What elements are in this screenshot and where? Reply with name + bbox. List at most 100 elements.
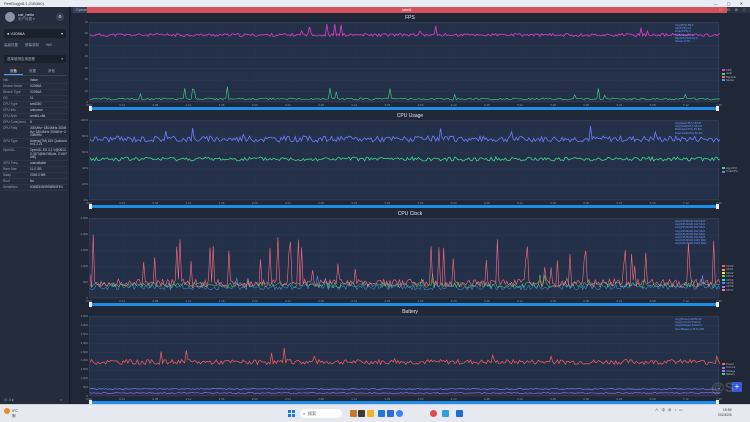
system-tray[interactable]: ∧ 中 ⊕ ♪ ▭ <box>655 408 683 413</box>
info-header-value: Value <box>30 78 38 82</box>
watermark-logo: @S <box>711 379 734 395</box>
cpu-usage-y-tick: 60% <box>81 150 88 154</box>
weather-icon <box>4 408 10 414</box>
tab-other[interactable]: 其他 <box>42 69 61 74</box>
info-key: SerialNum <box>3 184 18 189</box>
cpu-usage-panel: CPU Usage 100% 80% 60% 40% 20% 0% 0:00 0:24 0:48 1… <box>75 113 745 209</box>
app-process-selector[interactable]: 选择被测应用进程 ▾ <box>4 55 66 63</box>
battery-y-tick: 4,000 <box>80 322 88 327</box>
battery-plot[interactable] <box>89 316 720 397</box>
info-key: Swap <box>3 172 11 177</box>
info-key: OpenGL <box>3 147 16 152</box>
info-key: Root <box>3 178 10 183</box>
battery-y-tick: 3,500 <box>80 331 88 336</box>
cpu-usage-y-tick: 20% <box>81 182 88 186</box>
nav-screen-record[interactable]: 屏幕录制 <box>25 43 39 47</box>
cpu-usage-stats-legend: Avg(AppCPU):18.5% Avg(TotalCPU):38.2% Max(… <box>675 121 703 135</box>
device-selector[interactable]: ● V2056A ▾ <box>4 29 66 38</box>
info-value: unavailable <box>30 160 47 165</box>
label-bar[interactable]: label1 <box>87 7 727 13</box>
header-tools[interactable]: ⊡ ⊟ ⊞ ▢ <box>719 7 748 13</box>
perfdog-icon[interactable] <box>456 410 463 417</box>
cpu-clock-timeline-scrollbar[interactable] <box>89 302 719 307</box>
info-key: Ram Size <box>3 166 17 171</box>
taskbar-clock[interactable]: 15:59 2023/2/6 <box>718 408 732 417</box>
cpu-usage-timeline-scrollbar[interactable] <box>89 204 719 209</box>
fps-stats-legend: Avg(FPS):58.9 Var(FPS):3.2 Drop(FPS):0 Jank… <box>675 23 698 43</box>
device-info-table: Info Value Device Name V2056A Device Type V… <box>3 78 67 191</box>
current-series-line <box>90 388 720 390</box>
user-settings-link[interactable]: 用户设置 ▾ <box>18 17 35 22</box>
tab-device[interactable]: 设备 <box>4 69 23 75</box>
avatar[interactable] <box>5 12 15 22</box>
info-key: CPU Arch <box>3 114 17 118</box>
voltage-series-line <box>90 392 720 394</box>
sidebar-footer-label[interactable]: ◎ 4 ▸ <box>4 397 14 402</box>
nav-wifi[interactable]: Wifi <box>46 43 52 47</box>
app-icon-7[interactable] <box>430 410 437 417</box>
window-controls[interactable]: — ▢ ✕ <box>714 0 747 7</box>
windows-start-icon[interactable] <box>288 410 295 417</box>
cpu-usage-y-tick: 80% <box>81 134 88 138</box>
app-icon-4[interactable] <box>378 410 385 417</box>
edge-icon[interactable] <box>387 410 394 417</box>
info-value: 8 <box>30 120 32 124</box>
cpu-clock-y-tick: 1,000 <box>80 264 88 268</box>
gear-icon[interactable]: ⚙ <box>56 13 64 21</box>
battery-y-tick: 500 <box>82 385 88 390</box>
sidebar: cat_hello 用户设置 ▾ ⚙ ● V2056A ▾ 高级设置 屏幕录制 … <box>0 7 70 404</box>
info-row: OpenGL OpenGL ES 3.2 V@0512.0 (GIT@5b7d5c… <box>3 148 67 161</box>
search-placeholder: 搜索 <box>308 411 316 416</box>
app-icon-2[interactable] <box>358 410 365 417</box>
right-tool-column: + <box>728 15 748 401</box>
fps-y-tick: 20 <box>84 77 88 82</box>
battery-y-tick: 4,500 <box>80 314 88 318</box>
app-icon-8[interactable] <box>442 410 449 417</box>
cpu-usage-y-tick: 40% <box>81 166 88 170</box>
cpu-usage-title: CPU Usage <box>396 113 424 119</box>
cpu-clock-plot[interactable] <box>89 218 720 299</box>
info-value: V2056A <box>30 84 42 88</box>
jank-series-line <box>90 86 720 101</box>
fps-plot[interactable] <box>89 22 720 103</box>
file-explorer-icon[interactable] <box>367 410 374 417</box>
cpu-usage-plot[interactable] <box>89 120 720 201</box>
legend-stat: Avg(CPU7Clk):1104 MHz <box>675 241 707 246</box>
cpu-clock-stats-legend: Avg(CPU0Clk):912 MHz Avg(CPU1Clk):912 MHz… <box>675 219 707 246</box>
tab-settings[interactable]: 设置 <box>23 69 42 74</box>
cpu-clock-panel: CPU Clock 2,500 2,000 1,500 1,000 500 0 0:00 0:2… <box>75 211 745 307</box>
browser-icon[interactable] <box>396 410 403 417</box>
taskbar: 9°C 阴 ⌕ 搜索 ∧ 中 ⊕ ♪ ▭ 15:59 2023/2/6 <box>0 404 750 422</box>
sidebar-tabs: 设备 设置 其他 <box>4 69 66 76</box>
cpu-clock-y-tick: 2,000 <box>80 232 88 236</box>
info-key: CPU Info <box>3 108 16 112</box>
taskbar-search-input[interactable]: ⌕ 搜索 <box>300 409 342 418</box>
main-area: OpenerTest label1 ⊡ ⊟ ⊞ ▢ FPS 70 60 50 40 30 2… <box>71 7 750 405</box>
cpu-total-series-line <box>90 125 720 144</box>
fps-timeline-scrollbar[interactable] <box>89 106 719 111</box>
cpu-clock-series-line-3 <box>90 234 720 288</box>
nav-advanced-settings[interactable]: 高级设置 <box>4 43 18 47</box>
info-value: OpenGL ES 3.2 V@0512.0 (GIT@5b7d5c4e, I7… <box>30 147 67 160</box>
window-title: PerfDog(v5.1.21B360) <box>4 1 44 6</box>
info-row: GPU Type Adreno(TM) 619 Qualcomm 6.2.21 <box>3 139 67 148</box>
battery-y-tick: 1,000 <box>80 376 88 381</box>
fps-y-tick: 40 <box>84 54 88 59</box>
collapse-sidebar-icon[interactable]: « <box>60 397 62 402</box>
battery-panel: Battery 4,500 4,000 3,500 3,000 2,500 2,000 1,5… <box>75 309 745 405</box>
weather-widget[interactable]: 9°C 阴 <box>4 408 18 418</box>
info-key: CPU Core(num) <box>3 120 26 124</box>
battery-y-tick: 1,500 <box>80 367 88 372</box>
fps-y-tick: 70 <box>84 20 88 24</box>
chevron-down-icon: ▾ <box>60 31 63 36</box>
info-value: 5048DN4N9SMBNFE4 <box>30 184 63 189</box>
info-value: Adreno(TM) 619 Qualcomm 6.2.21 <box>30 138 67 147</box>
fps-panel: FPS 70 60 50 40 30 20 10 0 0:00 0:24 0:48 1:12 1:36 2:… <box>75 15 745 111</box>
legend-stat: Max(TotalCPU):52.4% <box>675 130 703 135</box>
info-row: SerialNum 5048DN4N9SMBNFE4 <box>3 185 67 191</box>
fps-title: FPS <box>405 15 415 21</box>
legend-stat: Sum(Battery):15.6mWh <box>675 326 705 331</box>
info-value: arm64-v8a <box>30 114 46 118</box>
app-icon-1[interactable] <box>350 410 357 417</box>
info-value: sm6350 <box>30 102 42 106</box>
